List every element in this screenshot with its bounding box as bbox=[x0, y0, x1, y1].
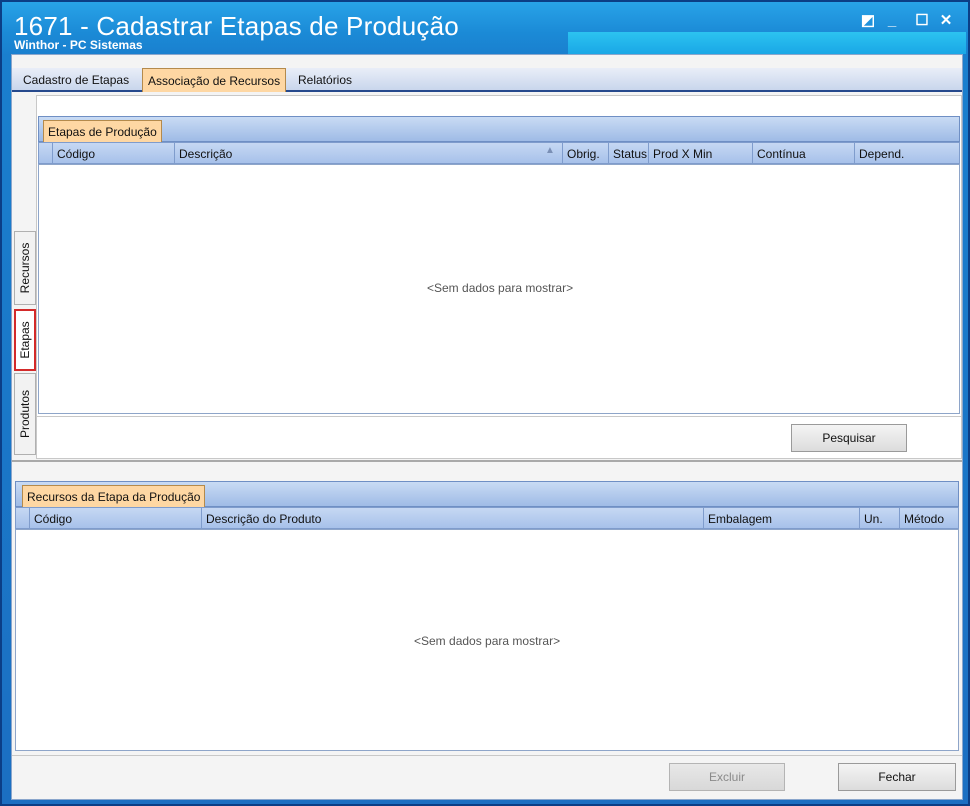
side-tab-recursos-label: Recursos bbox=[18, 242, 32, 294]
etapas-grid-body[interactable]: <Sem dados para mostrar> bbox=[38, 164, 960, 414]
column-codigo[interactable]: Código bbox=[53, 143, 175, 163]
column-descricao[interactable]: Descrição bbox=[175, 143, 563, 163]
side-tab-etapas-label: Etapas bbox=[18, 321, 32, 359]
window-client-area: Cadastro de Etapas Associação de Recurso… bbox=[11, 54, 963, 800]
recursos-group-bar: Recursos da Etapa da Produção bbox=[15, 481, 959, 509]
splitter[interactable] bbox=[12, 460, 962, 462]
title-bar: 1671 - Cadastrar Etapas de Produção Wint… bbox=[2, 2, 968, 54]
title-bar-highlight bbox=[568, 32, 966, 54]
column-status[interactable]: Status bbox=[609, 143, 649, 163]
column-metodo[interactable]: Método bbox=[900, 508, 958, 528]
side-tab-etapas[interactable]: Etapas bbox=[14, 309, 36, 371]
window-subtitle: Winthor - PC Sistemas bbox=[14, 38, 143, 52]
tab-cadastro-de-etapas[interactable]: Cadastro de Etapas bbox=[18, 68, 134, 92]
column-embalagem[interactable]: Embalagem bbox=[704, 508, 860, 528]
recursos-grid-body[interactable]: <Sem dados para mostrar> bbox=[15, 529, 959, 751]
column-un[interactable]: Un. bbox=[860, 508, 900, 528]
side-tab-produtos-label: Produtos bbox=[18, 389, 32, 439]
recursos-group-tab[interactable]: Recursos da Etapa da Produção bbox=[22, 485, 206, 509]
etapas-group-tab[interactable]: Etapas de Produção bbox=[43, 120, 162, 144]
column-obrig[interactable]: Obrig. bbox=[563, 143, 609, 163]
restore-icon[interactable]: ◩ bbox=[858, 12, 878, 30]
column-descricao-produto[interactable]: Descrição do Produto bbox=[202, 508, 704, 528]
excluir-button[interactable]: Excluir bbox=[669, 763, 785, 791]
etapas-grid-header: Código Descrição ▲ Obrig. Status Prod X … bbox=[38, 142, 960, 164]
column-continua[interactable]: Contínua bbox=[753, 143, 855, 163]
column-depend[interactable]: Depend. bbox=[855, 143, 959, 163]
etapas-panel: Etapas de Produção Código Descrição ▲ Ob… bbox=[36, 95, 962, 459]
column-codigo-recurso[interactable]: Código bbox=[30, 508, 202, 528]
tab-relatorios[interactable]: Relatórios bbox=[293, 68, 357, 92]
close-icon[interactable]: ✕ bbox=[936, 12, 956, 30]
tab-associacao-de-recursos[interactable]: Associação de Recursos bbox=[142, 68, 287, 92]
etapas-group-bar: Etapas de Produção bbox=[38, 116, 960, 144]
etapas-indicator-column bbox=[39, 143, 53, 163]
recursos-grid-header: Código Descrição do Produto Embalagem Un… bbox=[15, 507, 959, 529]
footer-divider bbox=[12, 755, 962, 756]
column-prod-x-min[interactable]: Prod X Min bbox=[649, 143, 753, 163]
fechar-button[interactable]: Fechar bbox=[838, 763, 956, 791]
side-tab-produtos[interactable]: Produtos bbox=[14, 373, 36, 455]
recursos-empty-message: <Sem dados para mostrar> bbox=[414, 634, 561, 648]
recursos-indicator-column bbox=[16, 508, 30, 528]
sort-ascending-icon: ▲ bbox=[545, 145, 555, 156]
etapas-empty-message: <Sem dados para mostrar> bbox=[427, 281, 574, 295]
minimize-icon[interactable]: _ bbox=[882, 12, 902, 30]
side-tab-recursos[interactable]: Recursos bbox=[14, 231, 36, 305]
maximize-icon[interactable]: ☐ bbox=[912, 12, 932, 30]
divider bbox=[37, 416, 961, 417]
main-window: 1671 - Cadastrar Etapas de Produção Wint… bbox=[0, 0, 970, 806]
top-tab-strip: Cadastro de Etapas Associação de Recurso… bbox=[12, 68, 962, 92]
pesquisar-button[interactable]: Pesquisar bbox=[791, 424, 907, 452]
